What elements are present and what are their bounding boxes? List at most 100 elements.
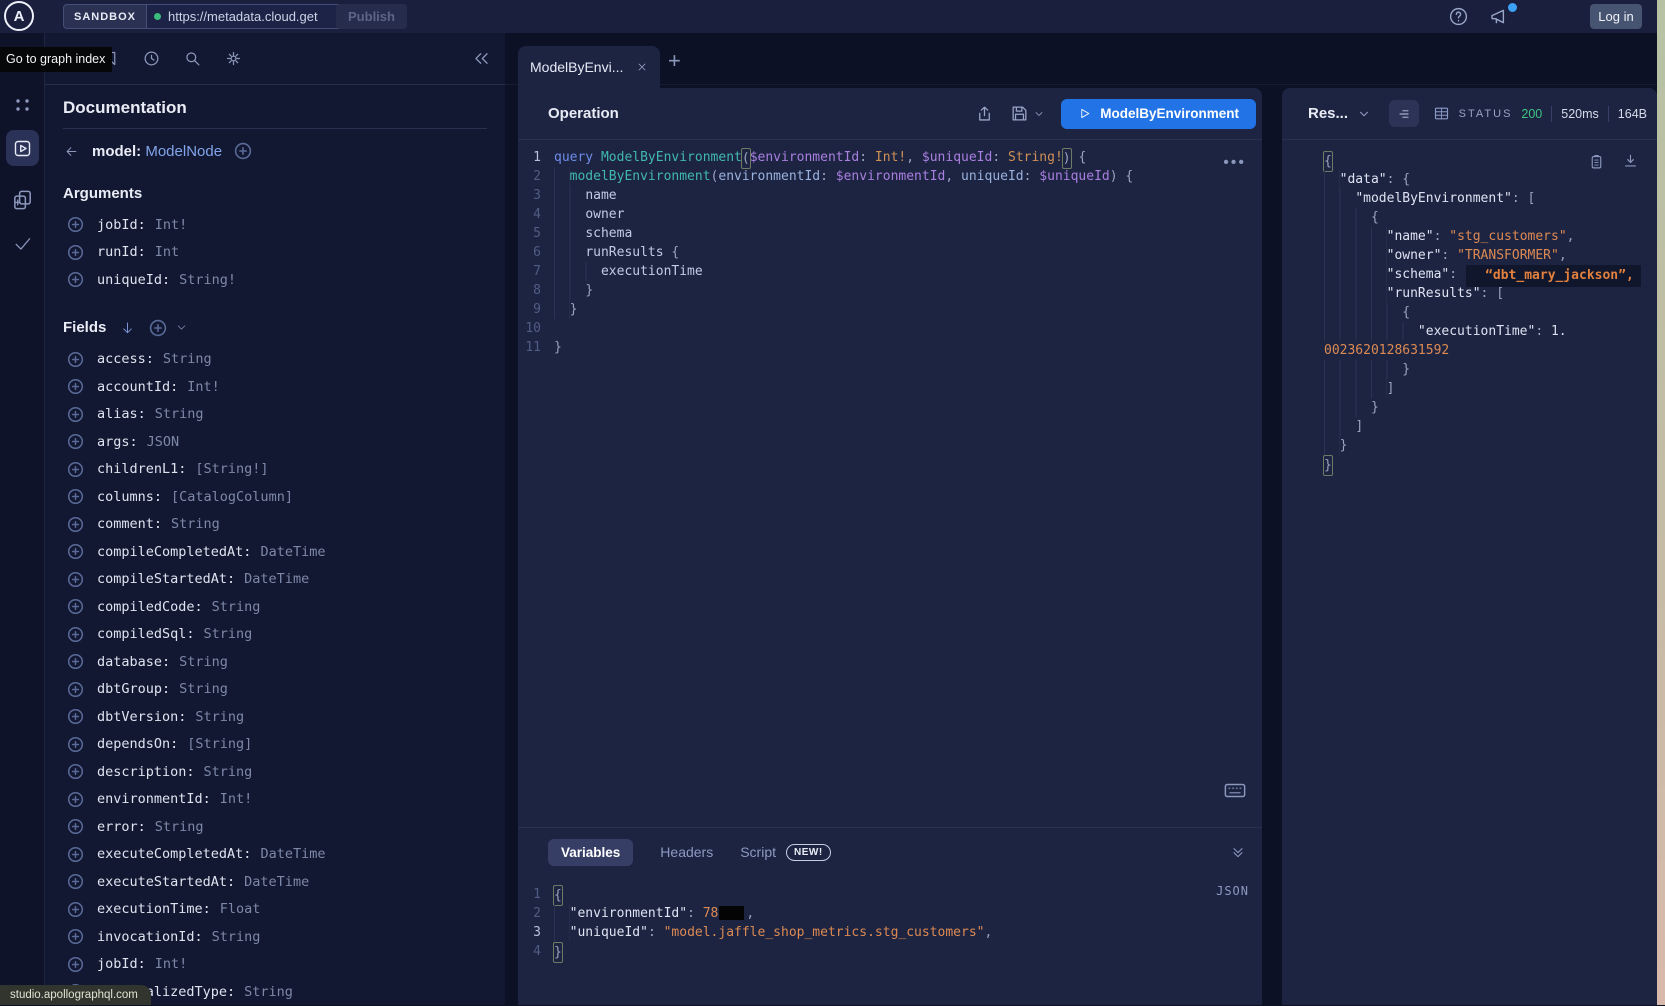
field-row[interactable]: executionTime:Float	[63, 896, 487, 924]
response-body[interactable]: { "data": { "modelByEnvironment": [ { "n…	[1282, 140, 1657, 474]
field-row[interactable]: alias:String	[63, 401, 487, 429]
field-row[interactable]: jobId:Int!	[63, 951, 487, 979]
add-field-icon[interactable]	[67, 846, 84, 863]
fields-options-chevron-icon[interactable]	[175, 321, 188, 334]
schema-docs-nav-icon[interactable]	[11, 188, 34, 212]
field-row[interactable]: executeCompletedAt:DateTime	[63, 841, 487, 869]
endpoint-url[interactable]: https://metadata.cloud.get	[168, 9, 328, 24]
add-field-icon[interactable]	[67, 488, 84, 505]
response-tree-view-icon[interactable]	[1389, 100, 1419, 127]
collapse-variables-icon[interactable]	[1230, 844, 1246, 860]
add-field-icon[interactable]	[67, 873, 84, 890]
add-field-icon[interactable]	[67, 763, 84, 780]
login-button[interactable]: Log in	[1590, 4, 1642, 29]
field-row[interactable]: invocationId:String	[63, 923, 487, 951]
settings-gear-icon[interactable]	[224, 49, 243, 68]
field-row[interactable]: compileCompletedAt:DateTime	[63, 538, 487, 566]
add-field-icon[interactable]	[67, 901, 84, 918]
add-field-icon[interactable]	[67, 516, 84, 533]
editor-more-options-icon[interactable]: •••	[1223, 154, 1246, 172]
add-field-icon[interactable]	[67, 598, 84, 615]
field-row[interactable]: comment:String	[63, 511, 487, 539]
copy-response-icon[interactable]	[1588, 152, 1605, 171]
field-name: jobId:	[97, 217, 146, 233]
add-field-icon[interactable]	[67, 681, 84, 698]
save-operation-group[interactable]	[1010, 104, 1045, 123]
sort-fields-icon[interactable]	[120, 320, 135, 336]
add-field-icon[interactable]	[67, 406, 84, 423]
add-field-icon[interactable]	[67, 626, 84, 643]
add-field-icon[interactable]	[67, 244, 84, 261]
desktop-edge	[1657, 0, 1665, 1005]
field-row[interactable]: compiledCode:String	[63, 593, 487, 621]
search-icon[interactable]	[183, 49, 202, 68]
field-type: Int!	[220, 791, 253, 807]
add-field-icon[interactable]	[67, 708, 84, 725]
field-row[interactable]: dependsOn:[String]	[63, 731, 487, 759]
operation-tab[interactable]: ModelByEnvi...	[518, 46, 660, 88]
add-field-icon[interactable]	[67, 271, 84, 288]
argument-row[interactable]: jobId:Int!	[63, 211, 487, 239]
download-response-icon[interactable]	[1622, 152, 1639, 171]
field-row[interactable]: error:String	[63, 813, 487, 841]
keyboard-shortcuts-icon[interactable]	[1224, 783, 1246, 798]
add-field-icon[interactable]	[67, 818, 84, 835]
response-dropdown-chevron-icon[interactable]	[1357, 107, 1371, 121]
tab-headers[interactable]: Headers	[660, 844, 713, 860]
add-field-icon[interactable]	[67, 791, 84, 808]
add-field-icon[interactable]	[67, 351, 84, 368]
add-field-icon[interactable]	[67, 216, 84, 233]
tab-variables[interactable]: Variables	[548, 839, 633, 866]
response-table-view-icon[interactable]	[1432, 105, 1451, 122]
field-row[interactable]: compileStartedAt:DateTime	[63, 566, 487, 594]
checks-nav-icon[interactable]	[11, 234, 34, 253]
add-field-icon[interactable]	[67, 433, 84, 450]
new-tab-button[interactable]: +	[668, 50, 681, 72]
history-icon[interactable]	[142, 49, 161, 68]
announcements-icon[interactable]	[1488, 6, 1510, 27]
variables-editor[interactable]: JSON 1{2 "environmentId": 78,3 "uniqueId…	[518, 876, 1262, 961]
field-row[interactable]: description:String	[63, 758, 487, 786]
share-operation-icon[interactable]	[975, 104, 994, 124]
run-operation-button[interactable]: ModelByEnvironment	[1061, 99, 1256, 129]
field-row[interactable]: executeStartedAt:DateTime	[63, 868, 487, 896]
argument-row[interactable]: runId:Int	[63, 239, 487, 267]
add-field-icon[interactable]	[67, 928, 84, 945]
argument-row[interactable]: uniqueId:String!	[63, 266, 487, 294]
add-field-icon[interactable]	[67, 956, 84, 973]
field-row[interactable]: dbtVersion:String	[63, 703, 487, 731]
operation-editor[interactable]: 1query ModelByEnvironment($environmentId…	[518, 140, 1262, 826]
graph-index-icon[interactable]	[13, 97, 32, 113]
add-type-icon[interactable]	[234, 142, 252, 160]
field-row[interactable]: compiledSql:String	[63, 621, 487, 649]
collapse-panel-icon[interactable]	[472, 49, 491, 68]
tab-script[interactable]: Script	[740, 844, 776, 860]
field-row[interactable]: args:JSON	[63, 428, 487, 456]
add-all-fields-icon[interactable]	[149, 319, 167, 337]
field-row[interactable]: accountId:Int!	[63, 373, 487, 401]
help-icon[interactable]	[1448, 6, 1469, 27]
field-row[interactable]: dbtGroup:String	[63, 676, 487, 704]
add-field-icon[interactable]	[67, 378, 84, 395]
field-row[interactable]: childrenL1:[String!]	[63, 456, 487, 484]
field-row[interactable]: access:String	[63, 346, 487, 374]
publish-button[interactable]: Publish	[336, 4, 407, 29]
code-line: 7 executionTime	[518, 262, 1262, 281]
endpoint-url-input[interactable]: https://metadata.cloud.get	[146, 4, 358, 29]
apollo-logo[interactable]: A	[4, 1, 34, 31]
close-tab-icon[interactable]	[636, 61, 648, 73]
add-field-icon[interactable]	[67, 461, 84, 478]
add-field-icon[interactable]	[67, 653, 84, 670]
field-type: String	[212, 599, 261, 615]
save-dropdown-chevron-icon	[1033, 108, 1045, 120]
field-row[interactable]: environmentId:Int!	[63, 786, 487, 814]
add-field-icon[interactable]	[67, 543, 84, 560]
breadcrumb-type-link[interactable]: ModelNode	[145, 143, 222, 160]
add-field-icon[interactable]	[67, 736, 84, 753]
explorer-nav-icon[interactable]	[6, 130, 39, 166]
field-row[interactable]: columns:[CatalogColumn]	[63, 483, 487, 511]
add-field-icon[interactable]	[67, 571, 84, 588]
field-row[interactable]: database:String	[63, 648, 487, 676]
back-arrow-icon[interactable]	[63, 144, 80, 159]
code-line: }	[1324, 398, 1649, 417]
